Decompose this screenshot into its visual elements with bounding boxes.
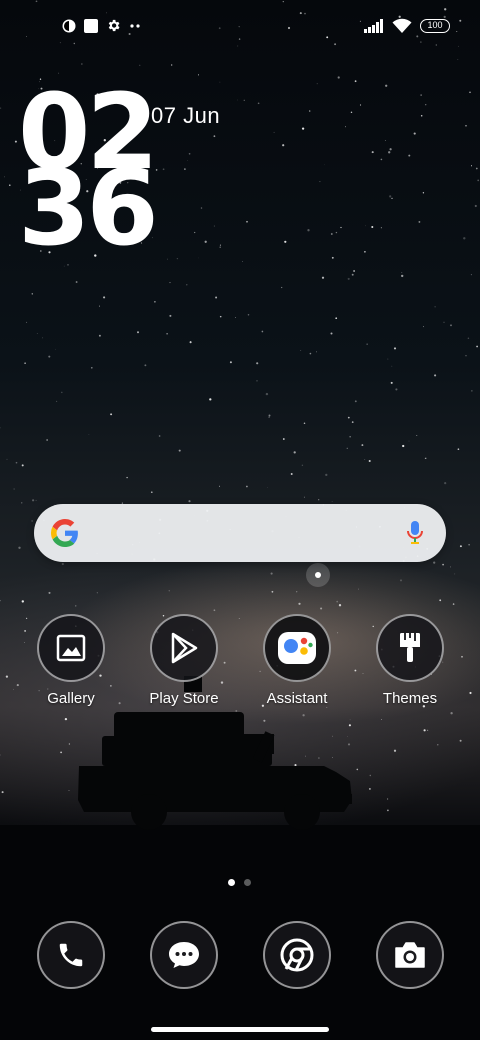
settings-gear-icon: [108, 19, 120, 32]
chrome-icon: [263, 921, 331, 989]
gallery-image-icon: [37, 614, 105, 682]
status-bar-notifications: [62, 18, 141, 33]
status-bar-system: 100: [364, 18, 450, 34]
app-label-play-store: Play Store: [149, 690, 219, 707]
signal-bars-icon: [364, 19, 383, 33]
square-notification-icon: [84, 18, 98, 33]
app-themes[interactable]: Themes: [360, 614, 460, 707]
dock-app-messages[interactable]: [134, 921, 234, 989]
battery-indicator: 100: [420, 19, 450, 33]
app-label-themes: Themes: [382, 690, 438, 707]
wifi-icon: [392, 18, 412, 33]
page-dot-inactive[interactable]: [244, 879, 251, 886]
google-g-icon: [51, 519, 78, 547]
more-dots-icon: [130, 23, 140, 28]
date-label[interactable]: 07 Jun: [151, 103, 220, 129]
battery-level: 100: [427, 20, 443, 30]
messages-icon: [150, 921, 218, 989]
notification-icon: [62, 19, 76, 32]
app-label-assistant: Assistant: [266, 690, 328, 707]
paintbrush-icon: [376, 614, 444, 682]
assistant-icon: [263, 614, 331, 682]
status-bar: 100: [0, 0, 480, 56]
clock-widget[interactable]: 02 36: [18, 80, 159, 269]
clock-minutes: 36: [18, 147, 159, 269]
app-play-store[interactable]: Play Store: [134, 614, 234, 707]
app-gallery[interactable]: Gallery: [21, 614, 121, 707]
play-store-icon: [150, 614, 218, 682]
microphone-icon[interactable]: [406, 519, 424, 547]
dock-app-phone[interactable]: [21, 921, 121, 989]
dock-app-chrome[interactable]: [247, 921, 347, 989]
app-assistant[interactable]: Assistant: [247, 614, 347, 707]
camera-icon: [376, 921, 444, 989]
dock-app-camera[interactable]: [360, 921, 460, 989]
phone-icon: [37, 921, 105, 989]
gesture-home-bar[interactable]: [151, 1027, 329, 1032]
app-label-gallery: Gallery: [47, 690, 95, 707]
page-dot-active[interactable]: [228, 879, 235, 886]
google-search-bar[interactable]: [34, 504, 446, 562]
page-indicator: [228, 879, 251, 886]
